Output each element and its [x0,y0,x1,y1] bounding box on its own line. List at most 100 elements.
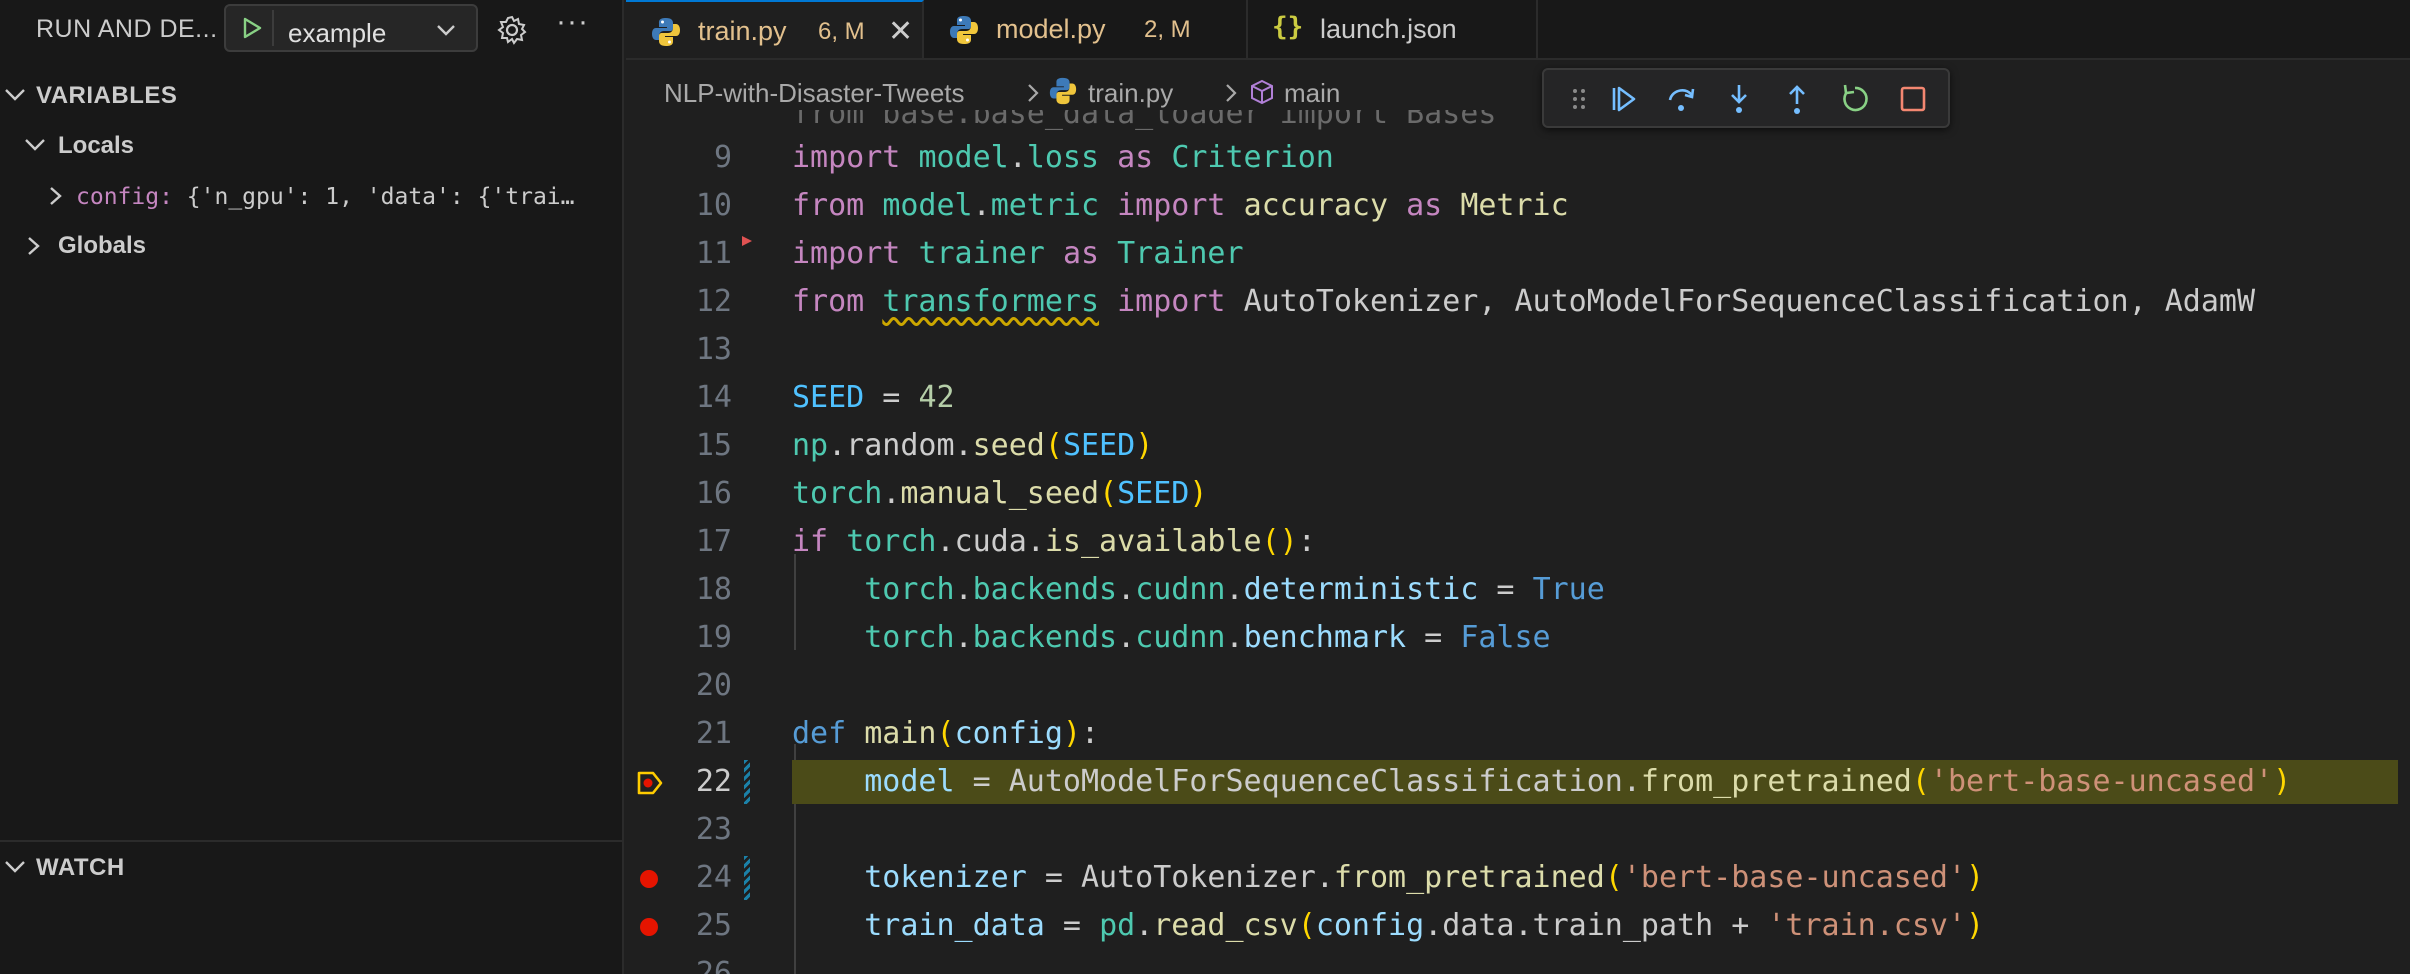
code-text: if torch.cuda.is_available(): [792,524,1316,559]
code-text: tokenizer = AutoTokenizer.from_pretraine… [864,860,1985,895]
breadcrumb-symbol[interactable]: main [1284,78,1340,109]
code-text: torch.manual_seed(SEED) [792,476,1208,511]
line-number: 21 [695,716,732,751]
code-line: 14 SEED = 42 [626,374,2410,422]
code-line: 13 [626,326,2410,374]
python-icon [1049,77,1077,105]
watch-divider [0,840,622,842]
line-number: 11 [695,236,732,271]
tab-label: launch.json [1320,14,1457,44]
tab-launch-json[interactable]: {} launch.json [1248,0,1538,58]
variables-header-label: VARIABLES [36,82,178,109]
line-number: 15 [695,428,732,463]
code-text: import trainer as Trainer [792,236,1244,271]
line-number: 18 [695,572,732,607]
code-line: 15 np.random.seed(SEED) [626,422,2410,470]
close-icon[interactable]: ✕ [888,14,913,49]
partial-line-text: from base.base_data_loader import Bases [792,110,1497,131]
line-number: 20 [695,668,732,703]
tab-model-py[interactable]: model.py 2, M [924,0,1248,58]
code-text: from model.metric import accuracy as Met… [792,188,1569,223]
chevron-down-icon [5,861,25,873]
launch-config-dropdown[interactable]: example [224,4,478,52]
more-actions-icon[interactable]: ··· [556,7,589,37]
code-line: 19 torch.backends.cudnn.benchmark = Fals… [626,614,2410,662]
code-line: 21 def main(config): [626,710,2410,758]
gear-icon[interactable] [496,14,528,46]
code-line: 9 import model.loss as Criterion [626,134,2410,182]
code-text: np.random.seed(SEED) [792,428,1154,463]
code-line: 24 tokenizer = AutoTokenizer.from_pretra… [626,854,2410,902]
line-number: 9 [713,140,732,175]
line-number: 12 [695,284,732,319]
code-line: 11 import trainer as Trainer [626,230,2410,278]
variable-row-config[interactable]: config: {'n_gpu': 1, 'data': {'trai… [0,174,622,214]
tab-label: model.py [996,14,1106,44]
tab-badge: 6, M [818,18,865,45]
line-number: 14 [695,380,732,415]
variable-value: {'n_gpu': 1, 'data': {'trai… [172,184,575,210]
step-over-icon[interactable] [1664,82,1698,116]
step-out-icon[interactable] [1780,82,1814,116]
chevron-down-icon [437,25,455,36]
line-number: 16 [695,476,732,511]
chevron-right-icon [28,237,40,255]
continue-icon[interactable] [1606,82,1640,116]
locals-scope[interactable]: Locals [0,124,622,164]
run-and-debug-title: RUN AND DE... [36,15,218,43]
line-number: 17 [695,524,732,559]
breadcrumb-folder[interactable]: NLP-with-Disaster-Tweets [664,78,965,109]
code-line: 17 if torch.cuda.is_available(): [626,518,2410,566]
code-line: 12 from transformers import AutoTokenize… [626,278,2410,326]
code-line: 25 train_data = pd.read_csv(config.data.… [626,902,2410,950]
code-line-current: 22 model = AutoModelForSequenceClassific… [626,758,2410,806]
tab-train-py[interactable]: train.py 6, M ✕ [626,0,924,58]
code-line: 16 torch.manual_seed(SEED) [626,470,2410,518]
globals-label: Globals [58,232,147,259]
line-number: 23 [695,812,732,847]
drag-handle-icon[interactable] [1562,82,1596,116]
launch-config-name: example [288,18,387,48]
step-into-icon[interactable] [1722,82,1756,116]
line-number: 25 [695,908,732,943]
line-number: 19 [695,620,732,655]
code-text: def main(config): [792,716,1100,751]
method-cube-icon [1251,79,1273,105]
breadcrumb-file[interactable]: train.py [1088,78,1173,109]
chevron-right-icon [1028,84,1039,102]
stop-icon[interactable] [1896,82,1930,116]
play-icon [243,17,262,39]
code-text: model = AutoModelForSequenceClassificati… [864,764,2292,799]
debug-topbar: RUN AND DE... example ··· [0,0,622,58]
code-text: train_data = pd.read_csv(config.data.tra… [864,908,1985,943]
restart-icon[interactable] [1838,82,1872,116]
watch-section-header[interactable]: WATCH [0,846,622,886]
code-line: 23 [626,806,2410,854]
code-line: 18 torch.backends.cudnn.deterministic = … [626,566,2410,614]
fold-marker-icon [742,236,752,246]
start-debugging-button[interactable] [232,10,274,46]
line-number: 13 [695,332,732,367]
editor-tab-bar: train.py 6, M ✕ model.py 2, M {} launch.… [626,0,2410,60]
modified-line-marker [744,856,750,900]
tab-badge: 2, M [1144,16,1191,43]
watch-header-label: WATCH [36,854,125,881]
debug-toolbar [1542,68,1950,128]
chevron-down-icon [25,139,45,151]
line-number: 24 [695,860,732,895]
json-braces-icon: {} [1272,12,1304,42]
code-text: from transformers import AutoTokenizer, … [792,284,2256,319]
variables-section-header[interactable]: VARIABLES [0,74,622,114]
variable-name: config: [76,184,173,210]
debug-sidebar: RUN AND DE... example ··· VARIABLES Loca… [0,0,624,974]
code-text: SEED = 42 [792,380,955,415]
code-line: 20 [626,662,2410,710]
globals-scope[interactable]: Globals [0,224,622,264]
code-line: 26 [626,950,2410,974]
locals-label: Locals [58,132,135,159]
line-number: 26 [695,956,732,974]
code-editor[interactable]: from base.base_data_loader import Bases … [626,110,2410,974]
tab-label: train.py [698,16,787,46]
python-icon [950,16,978,44]
variable-text: config: {'n_gpu': 1, 'data': {'trai… [76,184,575,210]
